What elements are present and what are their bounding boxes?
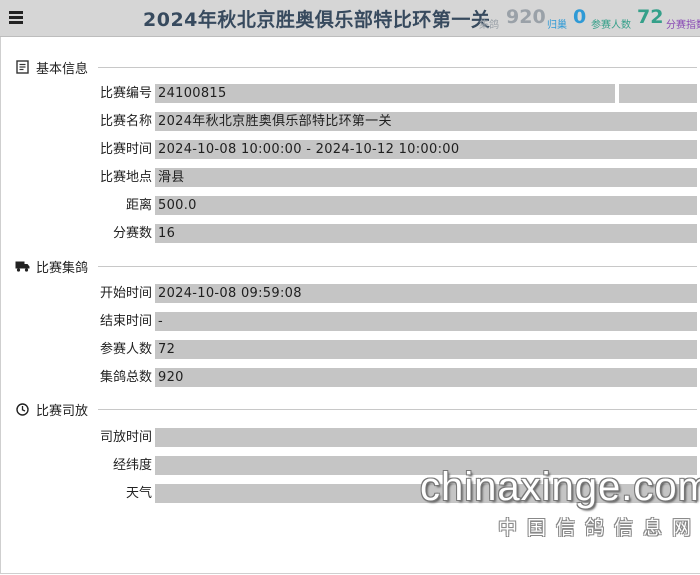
- stat-label-pigeons: 集鸽: [479, 20, 499, 31]
- stat-label-participants: 参赛人数: [591, 20, 631, 31]
- section-divider: [98, 265, 697, 267]
- truck-icon: [15, 259, 30, 273]
- section-title: 基本信息: [36, 61, 89, 77]
- field-end-time: 结束时间 -: [1, 312, 700, 331]
- field-label: 比赛编号: [99, 86, 152, 101]
- field-value: -: [155, 312, 697, 331]
- field-race-time: 比赛时间 2024-10-08 10:00:00 - 2024-10-12 10…: [1, 140, 700, 159]
- field-value: 2024年秋北京胜奥俱乐部特比环第一关: [155, 112, 697, 131]
- section-divider: [98, 66, 697, 68]
- page-title: 2024年秋北京胜奥俱乐部特比环第一关: [143, 9, 491, 31]
- field-total-pigeons: 集鸽总数 920: [1, 368, 700, 387]
- watermark-subtitle: 中国信鸽信息网: [498, 517, 700, 539]
- document-icon: [15, 60, 30, 74]
- field-race-number: 比赛编号 24100815: [1, 84, 700, 103]
- field-label: 开始时间: [99, 286, 152, 301]
- stat-value-pigeons: 920: [506, 6, 546, 28]
- section-title: 比赛司放: [36, 403, 89, 419]
- field-division-count: 分赛数 16: [1, 224, 700, 243]
- section-basic-info: 基本信息: [15, 58, 697, 77]
- hamburger-menu-icon[interactable]: [9, 11, 23, 24]
- field-label: 经纬度: [112, 458, 152, 473]
- field-label: 分赛数: [112, 226, 152, 241]
- stat-value-returned: 0: [573, 6, 587, 28]
- field-race-name: 比赛名称 2024年秋北京胜奥俱乐部特比环第一关: [1, 112, 700, 131]
- field-label: 集鸽总数: [99, 370, 152, 385]
- field-label: 司放时间: [99, 430, 152, 445]
- section-race-release: 比赛司放: [15, 400, 697, 419]
- top-bar: 2024年秋北京胜奥俱乐部特比环第一关 集鸽 920 归巢 0 参赛人数 72 …: [0, 0, 700, 37]
- field-extra-box: [619, 84, 697, 103]
- watermark-brand: chinaxinge.com: [420, 465, 700, 509]
- stat-value-participants: 72: [637, 6, 664, 28]
- section-title: 比赛集鸽: [36, 260, 89, 276]
- field-value: 500.0: [155, 196, 697, 215]
- stat-label-division-index: 分赛指数: [666, 20, 700, 31]
- field-value: 滑县: [155, 168, 697, 187]
- field-value: 920: [155, 368, 697, 387]
- section-divider: [98, 408, 697, 410]
- clock-icon: [15, 402, 30, 416]
- field-release-time: 司放时间: [1, 428, 700, 447]
- field-value: 2024-10-08 10:00:00 - 2024-10-12 10:00:0…: [155, 140, 697, 159]
- field-participant-count: 参赛人数 72: [1, 340, 700, 359]
- field-label: 比赛名称: [99, 114, 152, 129]
- field-start-time: 开始时间 2024-10-08 09:59:08: [1, 284, 700, 303]
- field-value: 16: [155, 224, 697, 243]
- field-label: 比赛时间: [99, 142, 152, 157]
- field-label: 比赛地点: [99, 170, 152, 185]
- field-label: 天气: [125, 486, 152, 501]
- stat-label-returned: 归巢: [547, 20, 567, 31]
- field-distance: 距离 500.0: [1, 196, 700, 215]
- field-value: [155, 428, 697, 447]
- field-label: 距离: [125, 198, 152, 213]
- field-label: 结束时间: [99, 314, 152, 329]
- field-value: 2024-10-08 09:59:08: [155, 284, 697, 303]
- section-pigeon-collection: 比赛集鸽: [15, 257, 697, 276]
- field-race-location: 比赛地点 滑县: [1, 168, 700, 187]
- field-value: 72: [155, 340, 697, 359]
- field-value: 24100815: [155, 84, 615, 103]
- field-label: 参赛人数: [99, 342, 152, 357]
